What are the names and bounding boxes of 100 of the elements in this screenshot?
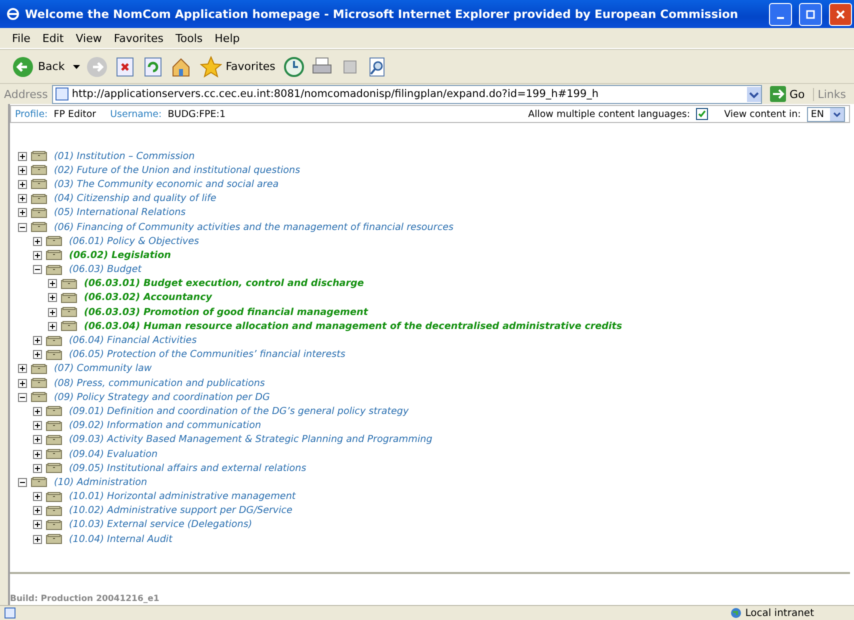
expand-icon[interactable] (33, 421, 42, 430)
menu-item[interactable]: View (70, 32, 108, 44)
caret-icon[interactable] (72, 64, 80, 68)
view-content-label: View content in: (724, 108, 801, 120)
tree-node-link[interactable]: (09.01) Definition and coordination of the DG’s general policy strategy (69, 406, 409, 417)
tree-node-link[interactable]: (01) Institution – Commission (54, 150, 195, 162)
folder-icon (46, 449, 62, 460)
checkmark-icon (698, 110, 706, 118)
tree-node-link[interactable]: (06.03.01) Budget execution, control and discharge (84, 278, 364, 290)
expand-icon[interactable] (18, 152, 27, 161)
security-zone: Local intranet (745, 608, 814, 618)
tree-node-link[interactable]: (06.03.04) Human resource allocation and management of the decentralised administrative credits (84, 320, 622, 332)
folder-icon (61, 292, 77, 303)
close-button[interactable] (829, 2, 852, 26)
menu-item[interactable]: Edit (36, 32, 70, 44)
page-icon (4, 607, 16, 619)
profile-value: FP Editor (54, 108, 96, 120)
tree-node-link[interactable]: (10) Administration (54, 476, 148, 488)
tree-node-link[interactable]: (09.04) Evaluation (69, 448, 158, 460)
tree-node-link[interactable]: (04) Citizenship and quality of life (54, 193, 216, 204)
expand-icon[interactable] (18, 208, 27, 218)
allow-languages-checkbox[interactable] (696, 108, 708, 120)
expand-icon[interactable] (33, 520, 42, 530)
tree-node-link[interactable]: (06.05) Protection of the Communities’ financial interests (69, 349, 346, 360)
tree-node-link[interactable]: (09.02) Information and communication (69, 420, 262, 432)
expand-icon[interactable] (33, 336, 42, 346)
tree-node-link[interactable]: (09.03) Activity Based Management & Strategic Planning and Programming (69, 434, 432, 446)
tree-node-link[interactable]: (06.04) Financial Activities (69, 335, 197, 346)
expand-icon[interactable] (18, 180, 27, 189)
menu-item[interactable]: File (6, 32, 36, 44)
maximize-button[interactable] (799, 2, 822, 26)
tree-node-link[interactable]: (10.02) Administrative support per DG/Service (69, 505, 292, 516)
folder-icon (31, 165, 47, 176)
expand-icon[interactable] (33, 464, 42, 473)
collapse-icon[interactable] (18, 392, 27, 402)
expand-icon[interactable] (18, 364, 27, 374)
address-field[interactable]: http://applicationservers.cc.cec.eu.int:8081/nomcomadonisp/filingplan/expand.do?id=199_h#199_h (52, 84, 762, 104)
folder-icon (31, 151, 47, 162)
expand-icon[interactable] (33, 236, 42, 246)
language-select[interactable]: EN (806, 106, 845, 122)
back-button[interactable]: Back (10, 54, 67, 80)
home-icon (170, 56, 192, 78)
go-button[interactable]: Go (766, 86, 809, 102)
folder-icon (61, 321, 77, 332)
expand-icon[interactable] (33, 406, 42, 416)
expand-icon[interactable] (18, 166, 27, 175)
expand-icon[interactable] (33, 435, 42, 444)
favorites-button[interactable]: Favorites (198, 54, 278, 80)
menu-item[interactable]: Help (208, 32, 246, 44)
tree-node-link[interactable]: (07) Community law (54, 363, 152, 374)
expand-icon[interactable] (48, 322, 57, 331)
folder-icon (31, 392, 47, 402)
history-icon (283, 56, 306, 78)
tree-node-link[interactable]: (06.01) Policy & Objectives (69, 236, 200, 247)
folder-icon (46, 492, 62, 502)
expand-icon[interactable] (18, 194, 27, 204)
collapse-icon[interactable] (18, 478, 27, 487)
tree-node-link[interactable]: (06) Financing of Community activities and the management of financial resources (54, 222, 454, 233)
tree-node-link[interactable]: (03) The Community economic and social area (54, 178, 279, 190)
expand-icon[interactable] (33, 506, 42, 516)
expand-icon[interactable] (48, 308, 57, 317)
folder-icon (31, 194, 47, 204)
expand-icon[interactable] (33, 450, 42, 459)
folder-icon (31, 222, 47, 232)
collapse-icon[interactable] (18, 222, 27, 232)
expand-icon[interactable] (48, 293, 57, 302)
tree-node-link[interactable]: (06.02) Legislation (69, 250, 171, 261)
folder-icon (46, 336, 62, 346)
expand-icon[interactable] (48, 279, 57, 288)
expand-icon[interactable] (33, 250, 42, 260)
tree-node-link[interactable]: (09) Policy Strategy and coordination per DG (54, 392, 270, 403)
folder-icon (46, 406, 62, 416)
menu-item[interactable]: Tools (170, 32, 209, 44)
tree-node-link[interactable]: (10.04) Internal Audit (69, 534, 172, 545)
folder-icon (46, 264, 62, 275)
tree-node-link[interactable]: (10.03) External service (Delegations) (69, 519, 252, 530)
folder-icon (46, 250, 62, 260)
tree-node-link[interactable]: (06.03.02) Accountancy (84, 292, 212, 304)
forward-icon (86, 56, 108, 78)
folder-icon (46, 236, 62, 246)
expand-icon[interactable] (18, 378, 27, 388)
tree-node-link[interactable]: (05) International Relations (54, 207, 186, 218)
expand-icon[interactable] (33, 350, 42, 360)
tree-node-link[interactable]: (08) Press, communication and publications (54, 378, 265, 389)
expand-icon[interactable] (33, 534, 42, 544)
menu-item[interactable]: Favorites (108, 32, 170, 44)
tree-node-link[interactable]: (06.03.03) Promotion of good financial management (84, 306, 368, 318)
tree-node-link[interactable]: (06.03) Budget (69, 264, 142, 276)
minimize-button[interactable] (769, 2, 792, 26)
profile-label: Profile: (15, 108, 48, 120)
collapse-icon[interactable] (33, 265, 42, 274)
tree-node-link[interactable]: (09.05) Institutional affairs and external relations (69, 462, 306, 474)
folder-icon (61, 307, 77, 318)
stop-icon (114, 56, 136, 78)
tree-node-link[interactable]: (10.01) Horizontal administrative management (69, 491, 296, 502)
build-info: Build: Production 20041216_e1 (10, 594, 160, 604)
folder-icon (31, 477, 47, 488)
expand-icon[interactable] (33, 492, 42, 502)
tree-node-link[interactable]: (02) Future of the Union and institutional questions (54, 164, 300, 176)
links-label[interactable]: Links (812, 88, 850, 100)
